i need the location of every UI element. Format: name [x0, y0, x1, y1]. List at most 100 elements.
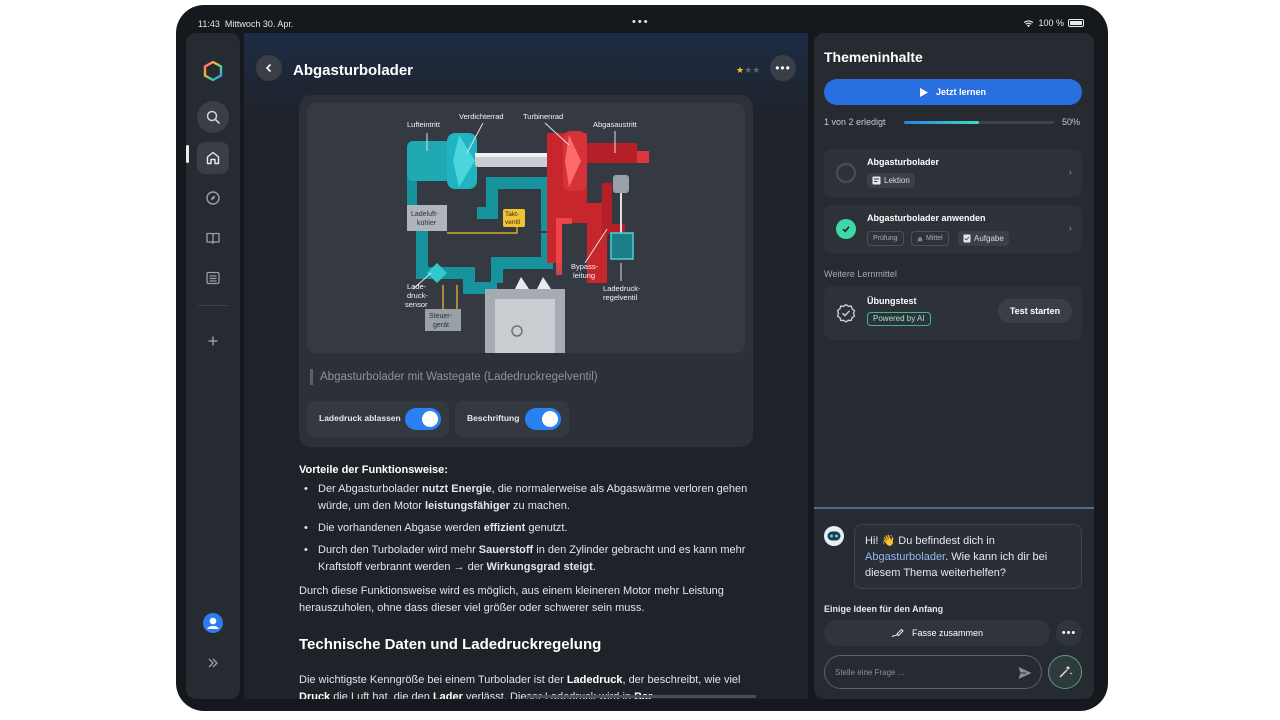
- send-icon[interactable]: [1017, 665, 1033, 681]
- topic-item-lesson[interactable]: Abgasturbolader Lektion ›: [824, 149, 1082, 197]
- start-test-button[interactable]: Test starten: [998, 299, 1072, 323]
- active-nav-indicator: [186, 145, 189, 163]
- expand-icon[interactable]: [197, 647, 229, 679]
- home-icon[interactable]: [197, 142, 229, 174]
- star-icon: ★: [736, 65, 745, 75]
- topic-item-task[interactable]: Abgasturbolader anwenden Prüfung Mittel …: [824, 205, 1082, 253]
- progress-percent: 50%: [1062, 117, 1081, 127]
- svg-text:Ladedruck-: Ladedruck-: [603, 284, 641, 293]
- progress-bar: [904, 121, 1054, 124]
- lesson-icon: [872, 176, 881, 185]
- compass-icon[interactable]: [197, 182, 229, 214]
- plus-icon[interactable]: [197, 325, 229, 357]
- scroll-indicator[interactable]: [526, 695, 756, 698]
- ladedruck-switch[interactable]: [405, 408, 441, 430]
- figure-card: Lufteintritt Verdichterrad Turbinenrad A…: [299, 95, 753, 447]
- status-empty-icon: [836, 163, 856, 183]
- sidebar: [186, 33, 240, 699]
- wifi-icon: [1024, 19, 1034, 27]
- svg-text:ventil: ventil: [505, 219, 521, 226]
- page-title: Abgasturbolader: [293, 62, 414, 79]
- ask-question-input[interactable]: [824, 655, 1042, 689]
- list-icon[interactable]: [197, 262, 229, 294]
- chat-divider: [814, 507, 1094, 509]
- star-icon: ★: [744, 65, 753, 75]
- progress-fill: [904, 121, 979, 124]
- list-item: Die vorhandenen Abgase werden effizient …: [299, 520, 769, 537]
- app-logo-icon[interactable]: [197, 55, 229, 87]
- toggle-beschriftung[interactable]: Beschriftung: [455, 401, 569, 437]
- summary-paragraph: Durch diese Funktionsweise wird es mögli…: [299, 585, 724, 614]
- ideas-label: Einige Ideen für den Anfang: [824, 604, 944, 614]
- turbocharger-diagram: Lufteintritt Verdichterrad Turbinenrad A…: [307, 103, 745, 353]
- badge-check-icon: [836, 303, 856, 323]
- assistant-message: Hi! 👋 Du befindest dich in Abgasturbolad…: [854, 524, 1082, 589]
- panel-title: Themeninhalte: [824, 49, 923, 65]
- chip-mittel: Mittel: [911, 231, 949, 246]
- item-title: Abgasturbolader: [867, 157, 940, 167]
- search-icon[interactable]: [197, 101, 229, 133]
- chip-aufgabe: Aufgabe: [958, 231, 1009, 246]
- advantages-heading: Vorteile der Funktionsweise:: [299, 464, 448, 476]
- task-icon: [963, 234, 971, 243]
- test-title: Übungstest: [867, 296, 917, 306]
- list-item: Durch den Turbolader wird mehr Sauerstof…: [299, 542, 769, 576]
- sidebar-divider: [198, 305, 228, 306]
- pen-icon: [891, 628, 904, 638]
- summarize-button[interactable]: Fasse zusammen: [824, 620, 1050, 646]
- battery-text: 100 %: [1038, 18, 1064, 28]
- section-title: Technische Daten und Ladedruckregelung: [299, 636, 602, 653]
- figure-caption: Abgasturbolader mit Wastegate (Ladedruck…: [310, 369, 598, 385]
- difficulty-rating: ★ ★ ★: [736, 65, 760, 76]
- practice-test-card: Übungstest Powered by AI Test starten: [824, 286, 1082, 340]
- chip-pruefung: Prüfung: [867, 231, 904, 246]
- difficulty-icon: [917, 236, 923, 242]
- svg-text:Lade-: Lade-: [407, 282, 427, 291]
- svg-text:Takt-: Takt-: [505, 211, 519, 218]
- multitask-dots[interactable]: •••: [632, 16, 650, 28]
- svg-text:sensor: sensor: [405, 300, 428, 309]
- more-options-button[interactable]: •••: [770, 55, 796, 81]
- progress-text: 1 von 2 erledigt: [824, 117, 886, 127]
- svg-text:Verdichterrad: Verdichterrad: [459, 112, 504, 121]
- device-frame: 11:43 Mittwoch 30. Apr. ••• 100 % Abgast…: [176, 5, 1108, 711]
- magic-assist-button[interactable]: [1048, 655, 1082, 689]
- more-ideas-button[interactable]: •••: [1056, 620, 1082, 646]
- start-learning-button[interactable]: Jetzt lernen: [824, 79, 1082, 105]
- status-date: Mittwoch 30. Apr.: [224, 19, 294, 29]
- chevron-right-icon: ›: [1068, 223, 1072, 234]
- chevron-left-icon: [265, 63, 272, 73]
- svg-text:regelventil: regelventil: [603, 293, 638, 302]
- play-icon: [919, 87, 928, 97]
- advantages-list: Der Abgasturbolader nutzt Energie, die n…: [299, 481, 769, 581]
- back-button[interactable]: [256, 55, 282, 81]
- svg-text:Steuer-: Steuer-: [429, 313, 453, 320]
- toggle-label: Beschriftung: [467, 413, 520, 423]
- toggle-label: Ladedruck ablassen: [319, 413, 401, 423]
- svg-text:Ladeluft-: Ladeluft-: [411, 211, 439, 218]
- beschriftung-switch[interactable]: [525, 408, 561, 430]
- star-icon: ★: [752, 65, 761, 75]
- list-item: Der Abgasturbolader nutzt Energie, die n…: [299, 481, 769, 515]
- svg-text:Lufteintritt: Lufteintritt: [407, 120, 441, 129]
- svg-text:druck-: druck-: [407, 291, 428, 300]
- magic-wand-icon: [1059, 665, 1073, 678]
- topic-panel: Themeninhalte Jetzt lernen 1 von 2 erled…: [814, 33, 1094, 699]
- svg-text:gerät: gerät: [433, 322, 449, 329]
- book-icon[interactable]: [197, 222, 229, 254]
- svg-text:Abgasaustritt: Abgasaustritt: [593, 120, 638, 129]
- toggle-ladedruck[interactable]: Ladedruck ablassen: [307, 401, 449, 437]
- powered-by-ai-badge: Powered by AI: [867, 312, 931, 326]
- chip-lektion: Lektion: [867, 173, 915, 188]
- user-avatar-icon[interactable]: [197, 607, 229, 639]
- more-resources-label: Weitere Lernmittel: [824, 269, 897, 279]
- svg-text:kühler: kühler: [417, 220, 437, 227]
- check-circle-icon: [836, 219, 856, 239]
- svg-text:Bypass-: Bypass-: [571, 262, 599, 271]
- diagram-svg: Lufteintritt Verdichterrad Turbinenrad A…: [405, 112, 649, 353]
- svg-text:leitung: leitung: [573, 271, 595, 280]
- svg-text:Turbinenrad: Turbinenrad: [523, 112, 563, 121]
- status-time: 11:43: [198, 19, 220, 29]
- chevron-right-icon: ›: [1068, 167, 1072, 178]
- topic-link[interactable]: Abgasturbolader: [865, 551, 945, 563]
